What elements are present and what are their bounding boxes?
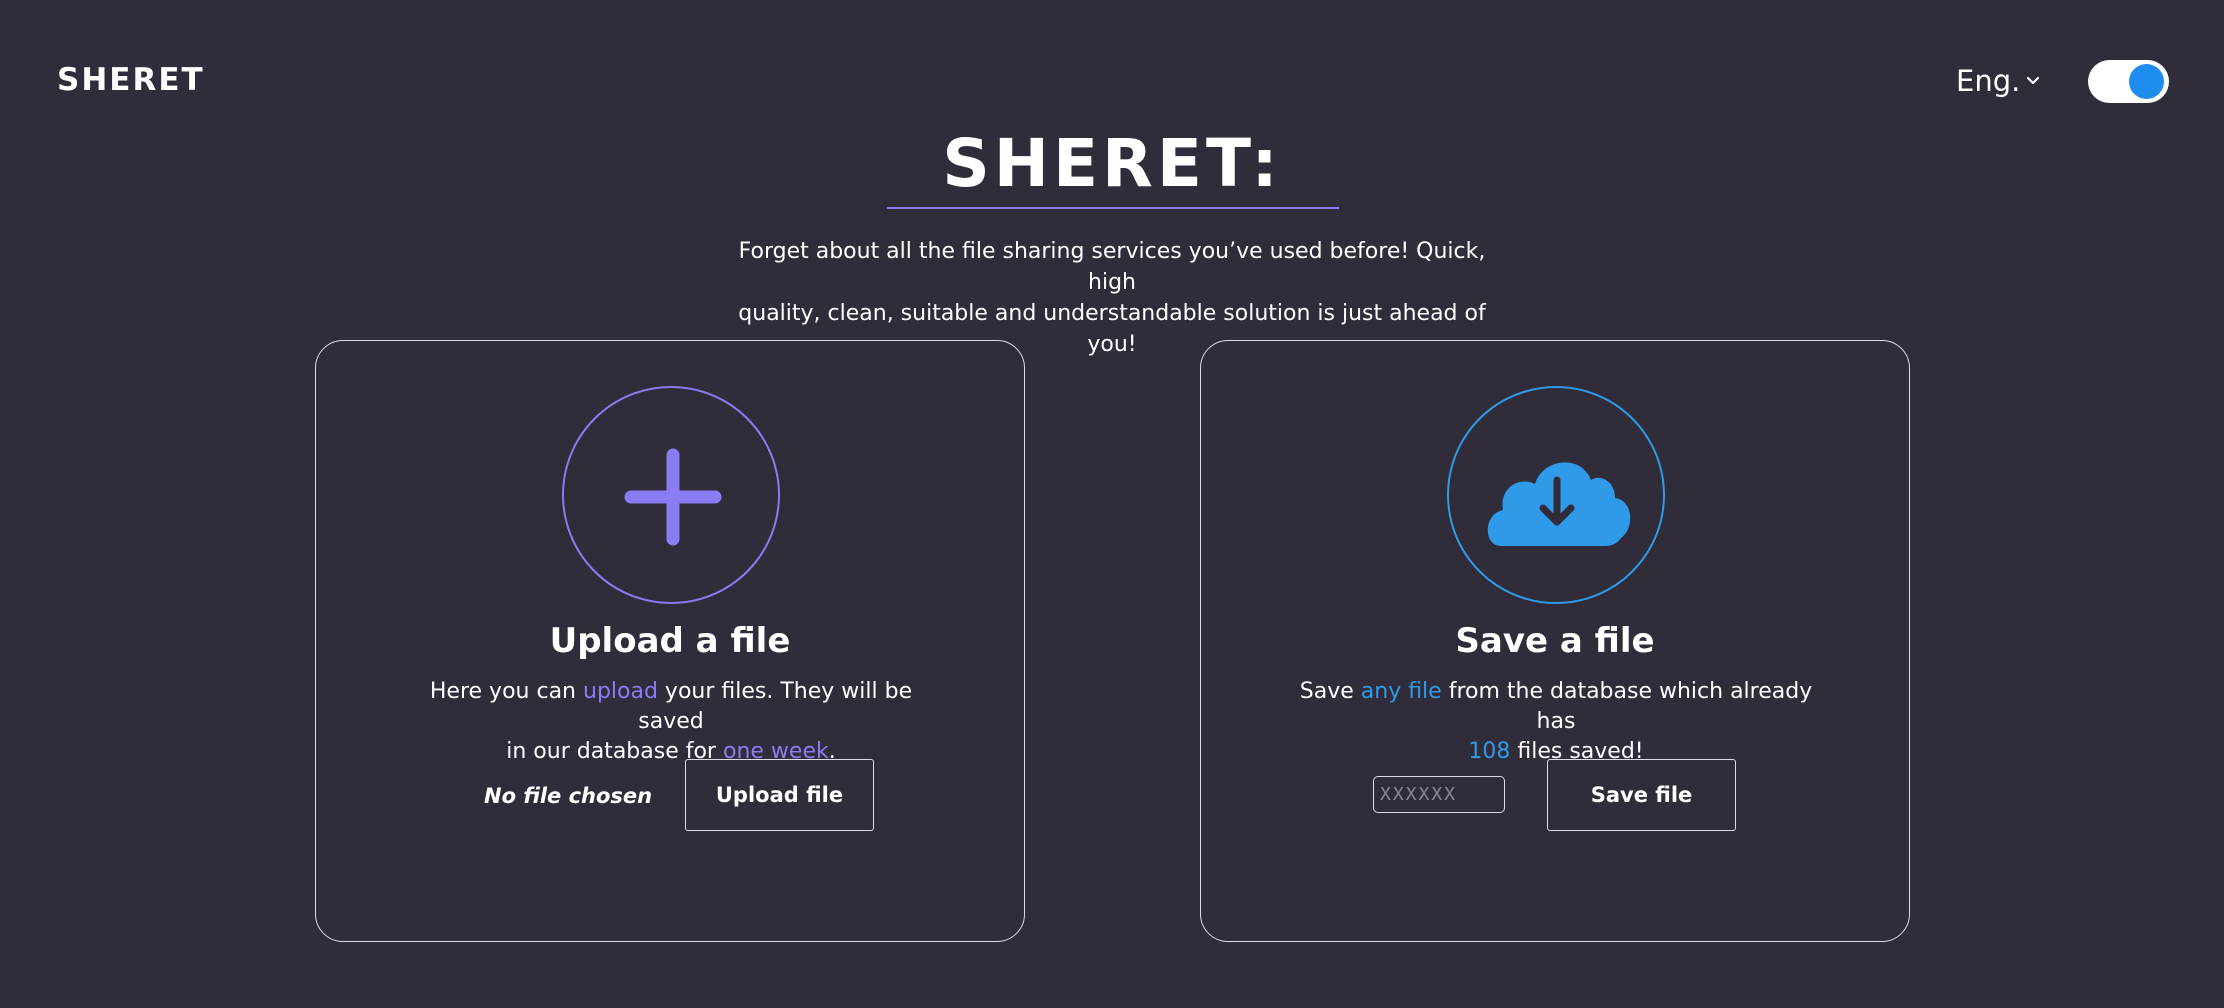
saved-files-count: 108 [1468,739,1511,764]
hero-underline [887,207,1339,209]
upload-file-button[interactable]: Upload file [685,759,874,831]
desc-text: your files. They will be saved [638,679,913,734]
upload-card: Upload a file Here you can upload your f… [315,340,1025,942]
save-card-title: Save a file [1455,621,1655,661]
save-file-button[interactable]: Save file [1547,759,1736,831]
desc-highlight-any-file: any file [1360,679,1442,704]
chevron-down-icon [2026,73,2040,89]
save-card: Save a file Save any file from the datab… [1200,340,1910,942]
file-code-input[interactable] [1373,776,1505,813]
desc-text: Here you can [429,679,583,704]
desc-text: from the database which already has [1441,679,1813,734]
upload-icon-circle[interactable] [562,386,780,604]
desc-text: Save [1299,679,1361,704]
language-selector[interactable]: Eng. [1956,64,2040,98]
theme-toggle[interactable] [2088,60,2169,103]
save-card-description: Save any file from the database which al… [1281,677,1831,767]
save-icon-circle [1447,386,1665,604]
hero-title: SHERET: [942,125,1282,202]
desc-highlight-upload: upload [583,679,658,704]
language-label: Eng. [1956,64,2021,98]
upload-card-description: Here you can upload your files. They wil… [406,677,936,767]
no-file-chosen-label: No file chosen [484,784,653,808]
cloud-download-icon [1487,462,1631,546]
site-logo[interactable]: SHERET [57,62,205,98]
upload-card-title: Upload a file [549,621,791,661]
plus-icon [624,448,722,546]
tagline-line-1: Forget about all the file sharing servic… [738,239,1486,295]
toggle-knob [2129,64,2164,99]
